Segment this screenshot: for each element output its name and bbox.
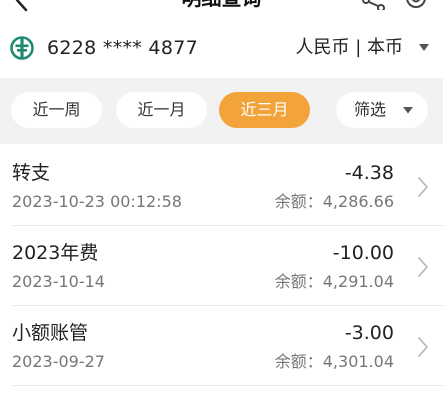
transaction-detail-page: 明细查询 6228 **** 4877 人民币 | 本币 近一周 近一月	[0, 0, 443, 400]
transaction-amount: -3.00	[344, 322, 394, 344]
transaction-balance: 余额：4,301.04	[275, 351, 394, 373]
transaction-row[interactable]: 小额账管 2023-09-27 -3.00 余额：4,301.04	[0, 306, 443, 386]
divider	[12, 385, 443, 386]
transaction-balance: 余额：4,286.66	[275, 191, 394, 213]
filter-dropdown-button[interactable]: 筛选	[336, 92, 428, 128]
balance-label: 余额：	[274, 272, 323, 291]
bank-logo-icon	[10, 36, 34, 60]
balance-value: 4,301.04	[322, 352, 394, 371]
share-icon[interactable]	[361, 0, 387, 10]
transaction-balance: 余额：4,291.04	[275, 271, 394, 293]
balance-value: 4,286.66	[322, 192, 394, 211]
chevron-right-icon	[418, 257, 428, 277]
transaction-amount: -4.38	[344, 162, 394, 184]
transaction-date: 2023-10-23 00:12:58	[12, 192, 182, 211]
filter-chip-three-months[interactable]: 近三月	[219, 92, 310, 128]
filter-dropdown-label: 筛选	[354, 100, 387, 119]
transaction-row[interactable]: 2023年费 2023-10-14 -10.00 余额：4,291.04	[0, 226, 443, 306]
transaction-row[interactable]: 转支 2023-10-23 00:12:58 -4.38 余额：4,286.66	[0, 146, 443, 226]
chevron-right-icon	[418, 337, 428, 357]
transaction-title: 转支	[12, 162, 51, 184]
date-filter-bar: 近一周 近一月 近三月 筛选	[0, 78, 443, 144]
transaction-date: 2023-10-14	[12, 272, 105, 291]
balance-label: 余额：	[274, 192, 323, 211]
caret-down-icon[interactable]	[419, 44, 429, 52]
transaction-title: 小额账管	[12, 322, 89, 344]
top-navigation-bar: 明细查询	[0, 0, 443, 16]
balance-value: 4,291.04	[322, 272, 394, 291]
caret-down-icon	[403, 107, 413, 114]
transaction-title: 2023年费	[12, 242, 99, 264]
account-number: 6228 **** 4877	[47, 37, 198, 59]
account-row: 6228 **** 4877 人民币 | 本币	[0, 22, 443, 72]
transaction-date: 2023-09-27	[12, 352, 105, 371]
filter-chip-week[interactable]: 近一周	[11, 92, 102, 128]
filter-chip-month[interactable]: 近一月	[116, 92, 207, 128]
transaction-amount: -10.00	[332, 242, 394, 264]
balance-label: 余额：	[274, 352, 323, 371]
chevron-right-icon	[418, 177, 428, 197]
settings-icon[interactable]	[403, 0, 429, 10]
currency-selector[interactable]: 人民币 | 本币	[295, 35, 403, 61]
